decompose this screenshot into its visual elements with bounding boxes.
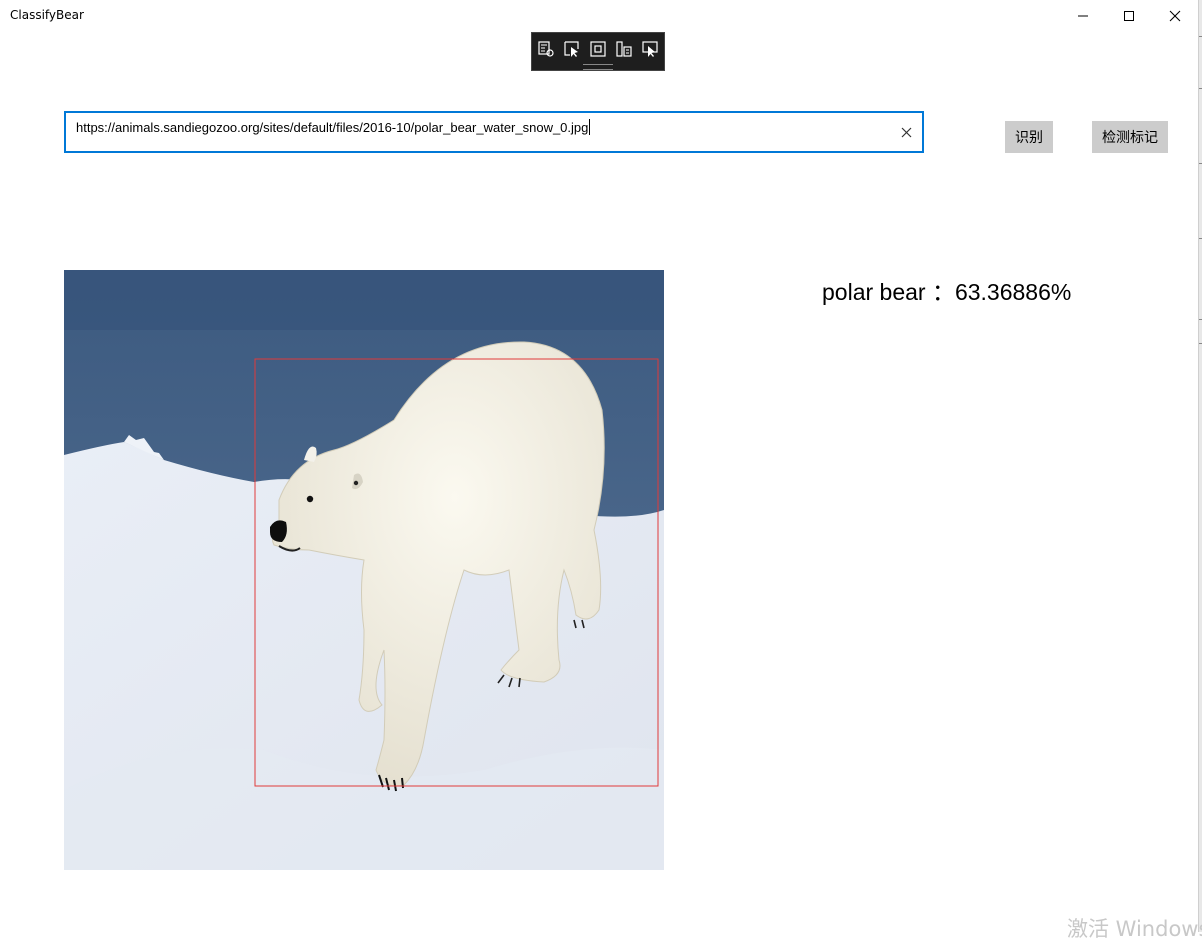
bear-image	[64, 270, 664, 870]
live-visual-tree-icon[interactable]	[536, 39, 556, 59]
minimize-icon	[1078, 15, 1088, 17]
close-icon	[1169, 10, 1181, 22]
classification-result: polar bear ：63.36886%	[822, 279, 1072, 305]
maximize-icon	[1124, 11, 1134, 21]
debug-toolbar	[531, 32, 665, 71]
accessibility-preview-icon[interactable]	[640, 39, 660, 59]
track-focus-icon[interactable]	[614, 39, 634, 59]
url-field-text[interactable]: https://animals.sandiegozoo.org/sites/de…	[76, 119, 591, 135]
minimize-button[interactable]	[1060, 0, 1106, 32]
activate-windows-watermark: 激活 Windows	[1067, 917, 1202, 941]
clear-button[interactable]	[898, 124, 914, 140]
title-bar: ClassifyBear	[0, 0, 1202, 32]
text-caret	[589, 119, 591, 135]
app-title: ClassifyBear	[10, 8, 84, 22]
display-layout-adorners-icon[interactable]	[588, 39, 608, 59]
url-input[interactable]: https://animals.sandiegozoo.org/sites/de…	[64, 111, 924, 153]
url-value: https://animals.sandiegozoo.org/sites/de…	[76, 120, 589, 135]
maximize-button[interactable]	[1106, 0, 1152, 32]
window-edge	[1198, 0, 1202, 932]
select-element-icon[interactable]	[562, 39, 582, 59]
detect-mark-button[interactable]: 检测标记	[1092, 121, 1168, 153]
clear-icon	[901, 127, 911, 137]
close-button[interactable]	[1152, 0, 1198, 32]
identify-button[interactable]: 识别	[1005, 121, 1053, 153]
toolbar-grip[interactable]	[583, 64, 613, 70]
